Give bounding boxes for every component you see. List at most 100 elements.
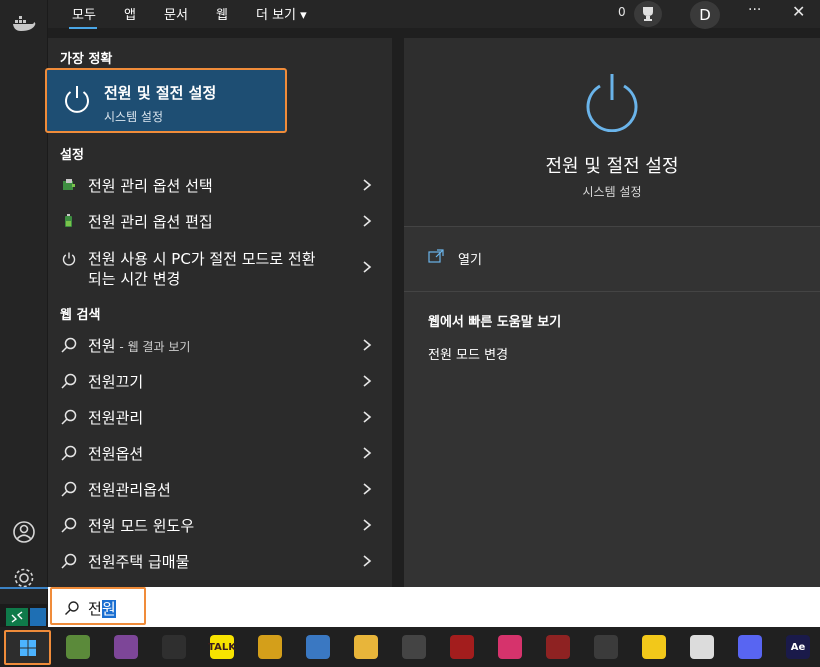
search-icon: [61, 481, 77, 497]
web-item[interactable]: 전원관리옵션: [48, 472, 392, 506]
web-item[interactable]: 전원관리: [48, 400, 392, 434]
power-plan-edit-icon: [60, 212, 78, 230]
divider: [404, 226, 820, 227]
tab-web[interactable]: 웹: [216, 4, 228, 23]
section-web-search: 웹 검색: [60, 308, 101, 323]
list-item-label: 전원 관리 옵션 편집: [88, 213, 213, 231]
power-options-icon: [60, 176, 78, 194]
preview-header: 전원 및 절전 설정 시스템 설정: [404, 38, 820, 226]
preview-pane: 전원 및 절전 설정 시스템 설정 열기 웹에서 빠른 도움말 보기 전원 모드…: [404, 38, 820, 587]
list-item-label: 전원옵션: [88, 445, 144, 463]
account-icon[interactable]: [9, 517, 39, 547]
open-external-icon: [428, 249, 444, 263]
winrar-icon[interactable]: [546, 635, 570, 659]
web-item-suffix: - 웹 결과 보기: [115, 340, 191, 354]
tab-more[interactable]: 더 보기 ▾: [256, 4, 307, 23]
media-player-icon[interactable]: [450, 635, 474, 659]
sticky-notes-icon[interactable]: [642, 635, 666, 659]
search-icon: [61, 553, 77, 569]
best-match-title: 전원 및 절전 설정: [104, 84, 217, 102]
after-effects-icon[interactable]: Ae: [786, 635, 810, 659]
avatar[interactable]: D: [690, 1, 720, 29]
search-icon: [65, 601, 79, 615]
tab-all[interactable]: 모두: [72, 4, 96, 23]
chevron-right-icon: [363, 555, 372, 567]
web-item[interactable]: 전원 모드 윈도우: [48, 508, 392, 542]
search-icon: [61, 445, 77, 461]
web-item[interactable]: 전원주택 급매물: [48, 544, 392, 578]
rewards-count: 0: [618, 5, 626, 19]
vscodium-puzzle-icon[interactable]: [258, 635, 282, 659]
preview-subtitle: 시스템 설정: [582, 185, 642, 199]
search-icon: [61, 517, 77, 533]
web-help-link[interactable]: 전원 모드 변경: [428, 344, 508, 363]
minecraft-icon[interactable]: [66, 635, 90, 659]
rewards-icon[interactable]: [634, 1, 662, 27]
tor-icon[interactable]: [114, 635, 138, 659]
search-composing-text: 원: [101, 600, 116, 618]
list-item-label: 전원관리옵션: [88, 481, 171, 499]
settings-item-choose-power-plan[interactable]: 전원 관리 옵션 선택: [48, 168, 392, 202]
search-icon: [61, 373, 77, 389]
settings-item-sleep-timeout[interactable]: 전원 사용 시 PC가 절전 모드로 전환 되는 시간 변경: [48, 242, 392, 292]
best-match-subtitle: 시스템 설정: [104, 110, 164, 124]
chevron-right-icon: [363, 261, 372, 273]
power-icon: [60, 250, 78, 268]
list-item-label: 전원주택 급매물: [88, 553, 190, 571]
taskbar: TALK Ae: [0, 627, 820, 667]
section-settings: 설정: [60, 148, 84, 163]
tab-apps[interactable]: 앱: [124, 4, 136, 23]
web-item[interactable]: 전원끄기: [48, 364, 392, 398]
roblox-icon[interactable]: [690, 635, 714, 659]
preview-title: 전원 및 절전 설정: [545, 156, 679, 177]
best-match-card[interactable]: 전원 및 절전 설정 시스템 설정: [45, 68, 287, 133]
chevron-right-icon: [363, 411, 372, 423]
power-icon: [65, 86, 89, 113]
docker-icon[interactable]: [9, 8, 39, 38]
search-input[interactable]: 전원: [50, 587, 146, 625]
avatar-letter: D: [699, 6, 711, 24]
list-item-label-line2: 되는 시간 변경: [88, 270, 181, 288]
chrome-icon[interactable]: [306, 635, 330, 659]
chevron-right-icon: [363, 339, 372, 351]
search-typed-text: 전: [88, 600, 102, 618]
power-icon: [586, 74, 638, 132]
discord-icon[interactable]: [738, 635, 762, 659]
list-item-label-line1: 전원 사용 시 PC가 절전 모드로 전환: [88, 250, 316, 268]
windows-logo-icon: [19, 639, 36, 656]
chevron-right-icon: [363, 215, 372, 227]
creative-cloud-icon[interactable]: [498, 635, 522, 659]
search-icon: [61, 337, 77, 353]
file-explorer-icon[interactable]: [354, 635, 378, 659]
web-item[interactable]: 전원옵션: [48, 436, 392, 470]
chevron-right-icon: [363, 447, 372, 459]
list-item-label: 전원관리: [88, 409, 144, 427]
search-bar[interactable]: 전원: [48, 587, 820, 627]
tab-documents[interactable]: 문서: [164, 4, 188, 23]
divider: [404, 291, 820, 292]
list-item-label: 전원 관리 옵션 선택: [88, 177, 213, 195]
results-pane: 가장 정확 전원 및 절전 설정 시스템 설정 설정 전원 관리 옵션 선택 전…: [45, 38, 392, 587]
list-item-label: 전원 - 웹 결과 보기: [88, 335, 190, 356]
start-button[interactable]: [4, 630, 51, 665]
close-icon[interactable]: ✕: [792, 2, 805, 21]
web-item[interactable]: 전원 - 웹 결과 보기: [48, 328, 392, 362]
davinci-icon[interactable]: [402, 635, 426, 659]
remote-indicator-icon[interactable]: [6, 608, 28, 626]
chevron-right-icon: [363, 483, 372, 495]
chevron-right-icon: [363, 375, 372, 387]
chevron-right-icon: [363, 519, 372, 531]
more-options-icon[interactable]: ···: [748, 2, 761, 18]
search-icon: [61, 409, 77, 425]
obs-icon[interactable]: [162, 635, 186, 659]
web-item-query: 전원: [88, 337, 116, 355]
open-label: 열기: [458, 253, 482, 268]
search-query: 전원: [88, 598, 116, 619]
search-filter-bar: 모두 앱 문서 웹 더 보기 ▾ 0 D ··· ✕: [48, 0, 820, 29]
unity-icon[interactable]: [594, 635, 618, 659]
kakaotalk-icon[interactable]: TALK: [208, 635, 236, 659]
settings-item-edit-power-plan[interactable]: 전원 관리 옵션 편집: [48, 204, 392, 238]
list-item-label: 전원끄기: [88, 373, 144, 391]
app-rail: [0, 0, 48, 604]
web-help-title: 웹에서 빠른 도움말 보기: [428, 315, 562, 330]
